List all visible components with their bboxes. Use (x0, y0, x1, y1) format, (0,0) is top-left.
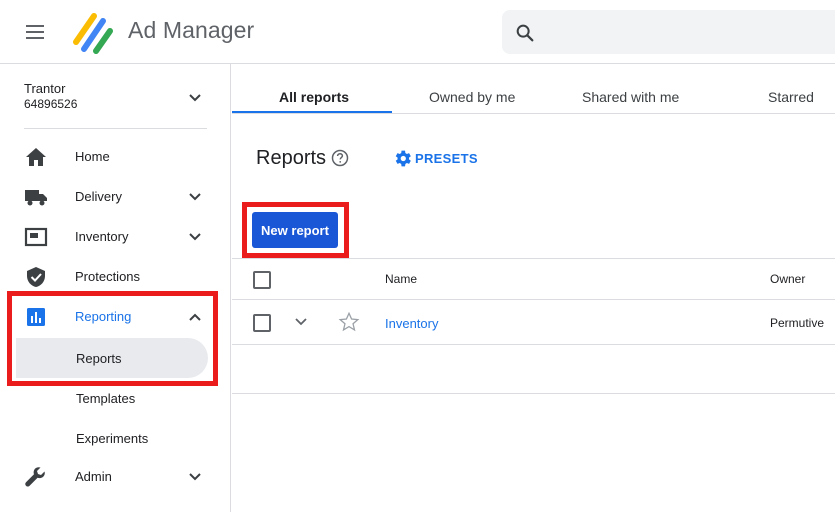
sidebar-item-label: Home (75, 149, 110, 164)
app-title: Ad Manager (128, 17, 255, 43)
inventory-icon (24, 227, 48, 247)
account-id: 64896526 (24, 97, 78, 111)
report-name-link[interactable]: Inventory (385, 316, 438, 331)
sidebar-item-label: Reporting (75, 309, 132, 324)
active-tab-indicator (232, 111, 392, 113)
sidebar-subitem-reports[interactable]: Reports (16, 338, 208, 378)
row-checkbox[interactable] (253, 314, 271, 332)
sidebar-item-inventory[interactable]: Inventory (0, 217, 231, 257)
sidebar-subitem-label: Reports (76, 351, 122, 366)
sidebar-item-protections[interactable]: Protections (0, 257, 231, 297)
chevron-up-icon[interactable] (185, 307, 205, 327)
search-icon[interactable] (514, 22, 536, 44)
sidebar-item-label: Delivery (75, 189, 122, 204)
tab-label: Starred (768, 89, 814, 105)
table-row[interactable]: Inventory Permutive (232, 300, 835, 344)
bar-chart-icon (27, 308, 45, 326)
presets-label: PRESETS (415, 151, 478, 166)
tab-label: Owned by me (429, 89, 516, 105)
chevron-down-icon[interactable] (185, 227, 205, 247)
hamburger-menu-icon[interactable] (22, 20, 50, 44)
sidebar-item-label: Admin (75, 469, 112, 484)
shield-icon (27, 267, 45, 287)
table-divider (232, 393, 835, 394)
chevron-down-icon[interactable] (291, 312, 311, 332)
sidebar-subitem-experiments[interactable]: Experiments (0, 418, 231, 458)
report-tabs: All reports Owned by me Shared with me S… (232, 64, 835, 114)
chevron-down-icon[interactable] (185, 467, 205, 487)
new-report-button[interactable]: New report (252, 212, 338, 248)
report-owner: Permutive (770, 316, 825, 330)
sidebar-subitem-label: Templates (76, 391, 136, 406)
tab-label: All reports (279, 89, 350, 105)
account-switcher[interactable]: Trantor 64896526 (24, 81, 77, 111)
gear-icon (395, 150, 411, 167)
chevron-down-icon[interactable] (185, 187, 205, 207)
tab-all-reports[interactable]: All reports (232, 64, 392, 113)
column-header-owner[interactable]: Owner (770, 272, 805, 286)
sidebar-item-home[interactable]: Home (0, 137, 231, 177)
sidebar-subitem-label: Experiments (76, 431, 149, 446)
sidebar-item-label: Protections (75, 269, 141, 284)
home-icon (26, 148, 46, 166)
ad-manager-logo (73, 13, 113, 54)
search-bar[interactable] (502, 10, 835, 54)
sidebar-item-delivery[interactable]: Delivery (0, 177, 231, 217)
page-title: Reports (256, 147, 327, 169)
reports-table: Name Owner Inventory Permutive (232, 258, 835, 394)
tab-starred[interactable]: Starred (712, 64, 835, 113)
tab-shared-with-me[interactable]: Shared with me (552, 64, 712, 113)
table-divider (232, 344, 835, 345)
table-divider (232, 258, 835, 259)
tab-label: Shared with me (582, 89, 680, 105)
sidebar-item-admin[interactable]: Admin (0, 457, 231, 497)
sidebar-divider (24, 128, 207, 129)
select-all-checkbox[interactable] (253, 271, 271, 289)
top-app-bar: Ad Manager (0, 0, 835, 64)
chevron-down-icon[interactable] (185, 88, 205, 108)
account-name: Trantor (24, 81, 66, 96)
sidebar: Trantor 64896526 Home Delivery Inventory (0, 64, 231, 512)
sidebar-item-label: Inventory (75, 229, 129, 244)
sidebar-item-reporting[interactable]: Reporting (0, 297, 231, 337)
column-header-name[interactable]: Name (385, 272, 417, 286)
sidebar-subitem-templates[interactable]: Templates (0, 378, 231, 418)
truck-icon (25, 190, 47, 206)
tab-owned-by-me[interactable]: Owned by me (392, 64, 552, 113)
wrench-icon (25, 467, 45, 487)
help-icon[interactable] (331, 149, 349, 167)
star-icon[interactable] (338, 311, 360, 333)
